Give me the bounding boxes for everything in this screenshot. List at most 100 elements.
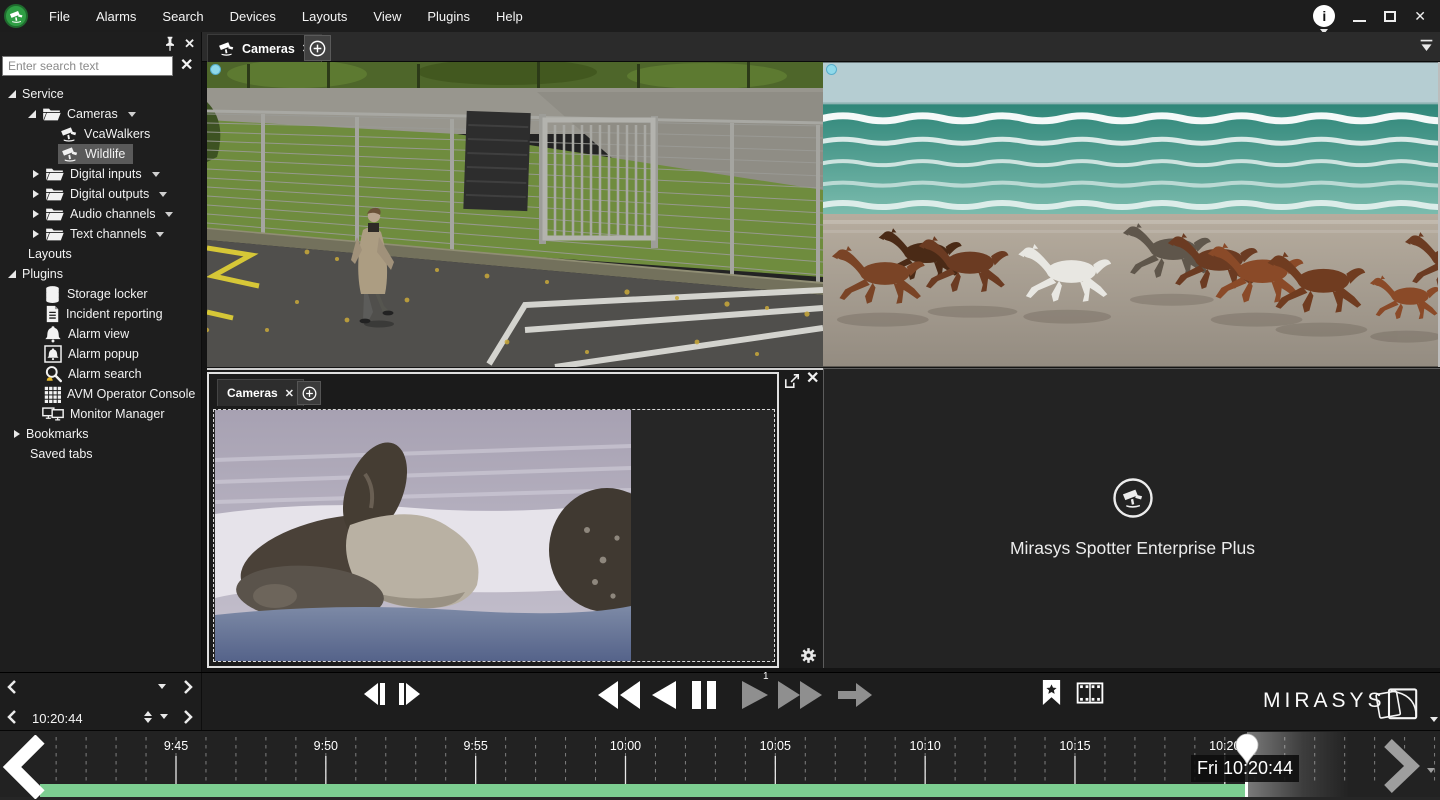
- timeline[interactable]: 9:459:509:5510:0010:0510:1010:1510:20 Fr…: [0, 730, 1440, 800]
- chevron-down-icon[interactable]: [152, 172, 160, 177]
- folder-icon: [45, 207, 64, 222]
- pin-panel-icon[interactable]: [164, 36, 176, 52]
- mirasys-logo-mark: [1374, 683, 1428, 723]
- expander-closed-icon[interactable]: [33, 170, 39, 178]
- step-forward-frame-button[interactable]: [396, 680, 422, 708]
- tab-options-filter-icon[interactable]: [1419, 39, 1434, 53]
- timeline-options-caret-icon[interactable]: [1427, 768, 1435, 773]
- cell-close-icon[interactable]: ✕: [806, 368, 819, 388]
- panel-close-icon[interactable]: ✕: [184, 36, 195, 52]
- expander-open-icon[interactable]: [8, 90, 16, 98]
- tree-item-storage-locker[interactable]: Storage locker: [0, 284, 202, 304]
- app-logo-icon[interactable]: [4, 4, 28, 28]
- pause-button[interactable]: [688, 678, 720, 712]
- chevron-down-icon[interactable]: [159, 192, 167, 197]
- expander-open-icon[interactable]: [28, 110, 36, 118]
- svg-text:10:00: 10:00: [610, 739, 641, 753]
- menu-item-alarms[interactable]: Alarms: [83, 0, 149, 32]
- plus-circle-icon: [309, 40, 326, 57]
- time-back-chevron-icon[interactable]: [6, 709, 18, 725]
- timeline-scroll-left-chevron[interactable]: [2, 735, 50, 799]
- expander-closed-icon[interactable]: [33, 230, 39, 238]
- tab-close-icon[interactable]: ✕: [285, 387, 294, 400]
- add-tab-button[interactable]: [304, 35, 331, 61]
- layout-dropdown-caret-icon[interactable]: [158, 684, 166, 689]
- tree-item-digital-outputs[interactable]: Digital outputs: [0, 184, 202, 204]
- prev-layout-chevron-icon[interactable]: [6, 679, 18, 695]
- tree-item-vcawalkers[interactable]: VcaWalkers: [0, 124, 202, 144]
- tree-item-cameras[interactable]: Cameras: [0, 104, 202, 124]
- empty-camera-cell[interactable]: Mirasys Spotter Enterprise Plus: [823, 368, 1440, 668]
- expander-closed-icon[interactable]: [33, 210, 39, 218]
- filmstrip-button[interactable]: [1076, 682, 1104, 704]
- time-spinner[interactable]: [144, 711, 152, 723]
- search-input[interactable]: [2, 56, 173, 76]
- expander-closed-icon[interactable]: [33, 190, 39, 198]
- floating-add-tab-button[interactable]: [297, 381, 321, 405]
- tree-item-layouts[interactable]: Layouts: [0, 244, 202, 264]
- logo-caret-icon[interactable]: [1430, 717, 1438, 722]
- search-bell-icon: [44, 365, 62, 383]
- menu-item-layouts[interactable]: Layouts: [289, 0, 361, 32]
- popout-icon[interactable]: [784, 373, 800, 389]
- tree-item-incident-reporting[interactable]: Incident reporting: [0, 304, 202, 324]
- folder-icon: [45, 187, 64, 202]
- gear-icon[interactable]: [800, 647, 817, 664]
- expander-closed-icon[interactable]: [14, 430, 20, 438]
- menu-item-devices[interactable]: Devices: [217, 0, 289, 32]
- tree-item-digital-inputs[interactable]: Digital inputs: [0, 164, 202, 184]
- time-forward-chevron-icon[interactable]: [182, 709, 194, 725]
- jump-forward-button[interactable]: [836, 678, 874, 712]
- timeline-scroll-right-chevron[interactable]: [1378, 739, 1424, 793]
- info-button[interactable]: i: [1313, 5, 1335, 27]
- tree-item-service[interactable]: Service: [0, 84, 202, 104]
- time-field[interactable]: 10:20:44: [32, 711, 83, 726]
- chevron-down-icon[interactable]: [156, 232, 164, 237]
- next-layout-chevron-icon[interactable]: [182, 679, 194, 695]
- camera-tile-floating-host[interactable]: Cameras ✕: [207, 368, 823, 668]
- time-dropdown-caret-icon[interactable]: [160, 714, 168, 719]
- document-icon: [45, 305, 60, 323]
- maximize-button[interactable]: [1384, 11, 1396, 22]
- tree-item-bookmarks[interactable]: Bookmarks: [0, 424, 202, 444]
- menu-item-file[interactable]: File: [36, 0, 83, 32]
- window-close-button[interactable]: ✕: [1414, 8, 1426, 25]
- horses-beach-scene: [823, 62, 1438, 367]
- rewind-button[interactable]: [596, 678, 642, 712]
- floating-camera-cell[interactable]: [213, 409, 775, 662]
- tree-item-audio-channels[interactable]: Audio channels: [0, 204, 202, 224]
- tree-item-text-channels[interactable]: Text channels: [0, 224, 202, 244]
- minimize-button[interactable]: [1353, 11, 1366, 22]
- tree-item-saved-tabs[interactable]: Saved tabs: [0, 444, 202, 464]
- floating-tab-cameras[interactable]: Cameras ✕: [217, 379, 304, 406]
- camera-tile-wildlife[interactable]: [823, 62, 1440, 367]
- tree-item-avm-operator-console[interactable]: AVM Operator Console: [0, 384, 202, 404]
- tree-item-alarm-view[interactable]: Alarm view: [0, 324, 202, 344]
- parking-lot-scene: [207, 62, 823, 367]
- fast-forward-button[interactable]: [776, 678, 822, 712]
- playhead-pin[interactable]: [1229, 731, 1265, 767]
- play-backward-button[interactable]: [650, 678, 678, 712]
- chevron-down-icon[interactable]: [128, 112, 136, 117]
- folder-icon: [45, 227, 64, 242]
- camera-tile-vcawalkers[interactable]: [207, 62, 823, 367]
- live-status-dot: [210, 64, 221, 75]
- floating-cameras-window[interactable]: Cameras ✕: [207, 372, 779, 668]
- tree-item-alarm-search[interactable]: Alarm search: [0, 364, 202, 384]
- search-clear-icon[interactable]: ✕: [180, 55, 193, 75]
- speed-badge: 1: [763, 671, 769, 682]
- tree-item-plugins[interactable]: Plugins: [0, 264, 202, 284]
- chevron-down-icon[interactable]: [165, 212, 173, 217]
- play-forward-button[interactable]: [736, 678, 770, 712]
- menu-item-search[interactable]: Search: [149, 0, 216, 32]
- bookmark-button[interactable]: [1040, 678, 1063, 707]
- menu-item-view[interactable]: View: [360, 0, 414, 32]
- tree-item-alarm-popup[interactable]: Alarm popup: [0, 344, 202, 364]
- menu-item-plugins[interactable]: Plugins: [414, 0, 483, 32]
- expander-open-icon[interactable]: [8, 270, 16, 278]
- svg-text:10:15: 10:15: [1059, 739, 1090, 753]
- tree-item-wildlife[interactable]: Wildlife: [0, 144, 202, 164]
- tree-item-monitor-manager[interactable]: Monitor Manager: [0, 404, 202, 424]
- menu-item-help[interactable]: Help: [483, 0, 536, 32]
- step-back-frame-button[interactable]: [362, 680, 388, 708]
